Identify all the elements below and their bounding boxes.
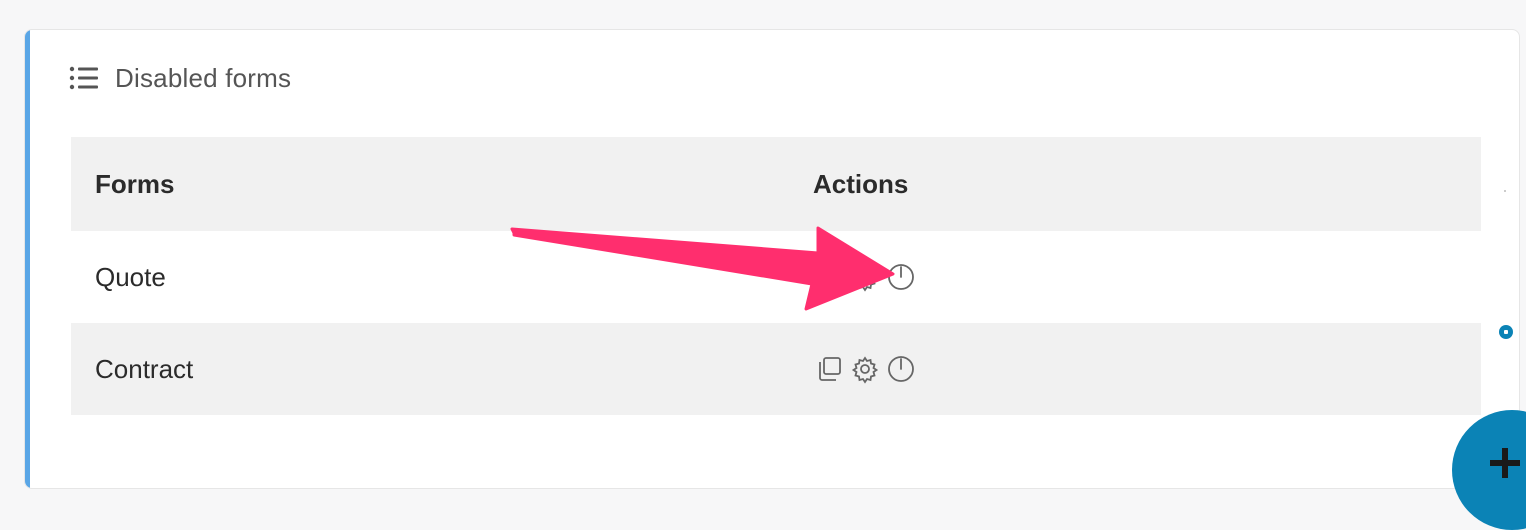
- panel-title: Disabled forms: [115, 62, 292, 93]
- form-name: Contract: [95, 353, 194, 384]
- duplicate-icon[interactable]: [813, 261, 845, 293]
- power-icon[interactable]: [885, 261, 917, 293]
- form-name: Quote: [95, 261, 166, 292]
- column-header-forms: Forms: [95, 168, 175, 199]
- panel-header: Disabled forms: [69, 60, 291, 96]
- table-row: Quote: [71, 231, 1481, 323]
- duplicate-icon[interactable]: [813, 353, 845, 385]
- disabled-forms-panel: Disabled forms Forms Actions Quote Contr…: [24, 29, 1520, 489]
- power-icon[interactable]: [885, 353, 917, 385]
- row-actions: [813, 353, 917, 385]
- table-row: Contract: [71, 323, 1481, 415]
- table-header-row: Forms Actions: [71, 137, 1481, 231]
- row-actions: [813, 261, 917, 293]
- scroll-indicator[interactable]: [1499, 325, 1513, 339]
- column-header-actions: Actions: [813, 168, 909, 199]
- settings-icon[interactable]: [849, 353, 881, 385]
- plus-icon: [1490, 448, 1520, 478]
- list-icon: [69, 66, 98, 90]
- forms-table: Forms Actions Quote Contract: [71, 137, 1481, 415]
- divider-mark: [1504, 190, 1506, 192]
- settings-icon[interactable]: [849, 261, 881, 293]
